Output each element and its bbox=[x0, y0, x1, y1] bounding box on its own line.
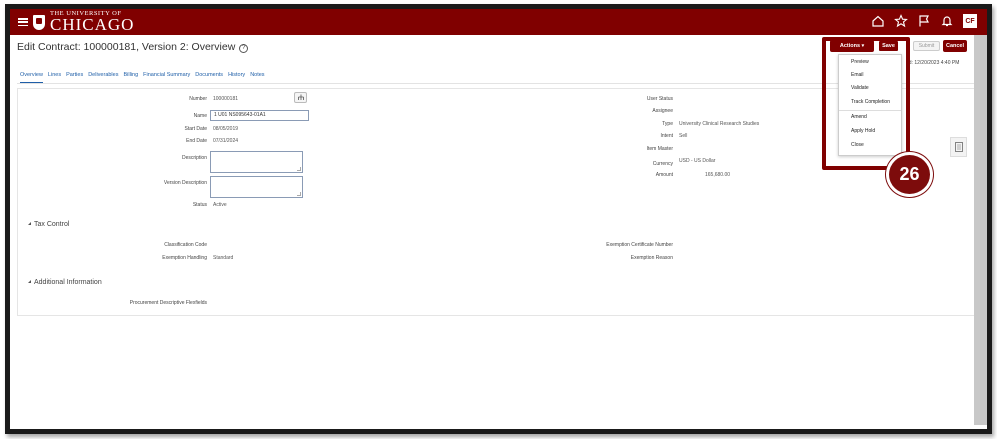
collapse-triangle-icon bbox=[28, 280, 31, 283]
end-date-value: 07/31/2024 bbox=[213, 138, 239, 144]
tab-overview[interactable]: Overview bbox=[20, 72, 43, 83]
collapse-triangle-icon bbox=[28, 222, 31, 225]
user-status-label: User Status bbox=[646, 96, 673, 102]
tab-deliverables[interactable]: Deliverables bbox=[88, 72, 118, 83]
status-value: Active bbox=[213, 202, 227, 208]
item-master-label: Item Master bbox=[646, 146, 673, 152]
tab-documents[interactable]: Documents bbox=[195, 72, 223, 83]
application-window: THE UNIVERSITY OF CHICAGO CF Edit Contra… bbox=[0, 0, 997, 439]
description-textarea[interactable] bbox=[210, 151, 303, 173]
home-icon[interactable] bbox=[871, 14, 885, 28]
description-label: Description bbox=[181, 155, 207, 161]
additional-information-section-header[interactable]: Additional Information bbox=[28, 279, 102, 286]
exemption-handling-value: Standard bbox=[213, 255, 234, 261]
avatar[interactable]: CF bbox=[963, 14, 977, 28]
name-label: Name bbox=[193, 113, 207, 119]
flag-icon[interactable] bbox=[917, 14, 931, 28]
intent-value: Sell bbox=[679, 133, 688, 139]
help-icon[interactable]: ? bbox=[239, 44, 249, 53]
version-description-textarea[interactable] bbox=[210, 176, 303, 198]
cancel-button[interactable]: Cancel bbox=[943, 40, 967, 52]
name-input[interactable]: 1 U01 NS095643-01A1 bbox=[210, 110, 309, 121]
tab-notes[interactable]: Notes bbox=[250, 72, 264, 83]
tab-parties[interactable]: Parties bbox=[66, 72, 83, 83]
page-title: Edit Contract: 100000181, Version 2: Ove… bbox=[17, 41, 249, 53]
currency-value: USD - US Dollar bbox=[679, 158, 716, 164]
notifications-icon[interactable] bbox=[940, 14, 954, 28]
tax-control-section-header[interactable]: Tax Control bbox=[28, 221, 69, 228]
tab-bar: Overview Lines Parties Deliverables Bill… bbox=[20, 72, 270, 83]
tab-billing[interactable]: Billing bbox=[123, 72, 138, 83]
type-value: University Clinical Research Studies bbox=[679, 121, 760, 127]
top-navigation-bar: THE UNIVERSITY OF CHICAGO CF bbox=[10, 9, 987, 35]
favorites-icon[interactable] bbox=[894, 14, 908, 28]
flexfields-label: Procurement Descriptive Flexfields bbox=[129, 300, 207, 306]
hamburger-icon[interactable] bbox=[18, 18, 28, 26]
exemption-certificate-label: Exemption Certificate Number bbox=[606, 242, 673, 248]
last-saved-text: ed: 12/20/2023 4:40 PM bbox=[906, 60, 960, 66]
exemption-reason-label: Exemption Reason bbox=[630, 255, 673, 261]
type-label: Type bbox=[662, 121, 673, 127]
document-icon bbox=[954, 142, 963, 152]
number-value: 100000181 bbox=[213, 96, 239, 102]
version-description-label: Version Description bbox=[163, 180, 207, 186]
tab-lines[interactable]: Lines bbox=[48, 72, 61, 83]
submit-button[interactable]: Submit bbox=[913, 41, 940, 51]
assignee-label: Assignee bbox=[652, 108, 673, 114]
status-label: Status bbox=[192, 202, 207, 208]
tab-history[interactable]: History bbox=[228, 72, 245, 83]
additional-information-title: Additional Information bbox=[34, 279, 102, 286]
contract-hierarchy-button[interactable] bbox=[294, 92, 307, 103]
intent-label: Intent bbox=[660, 133, 673, 139]
currency-label: Currency bbox=[652, 161, 673, 167]
hierarchy-icon bbox=[297, 94, 304, 100]
amount-label: Amount bbox=[655, 172, 673, 178]
exemption-handling-label: Exemption Handling bbox=[162, 255, 207, 261]
highlight-box bbox=[822, 37, 910, 170]
start-date-value: 08/05/2019 bbox=[213, 126, 239, 132]
amount-value: 165,680.00 bbox=[705, 172, 731, 178]
university-logo[interactable]: THE UNIVERSITY OF CHICAGO bbox=[33, 10, 135, 35]
classification-code-label: Classification Code bbox=[164, 242, 207, 248]
shield-icon bbox=[33, 14, 45, 30]
scrollbar[interactable] bbox=[974, 35, 987, 425]
end-date-label: End Date bbox=[186, 138, 207, 144]
tax-control-title: Tax Control bbox=[34, 221, 70, 228]
page-title-text: Edit Contract: 100000181, Version 2: Ove… bbox=[17, 41, 236, 53]
side-panel-document-button[interactable] bbox=[950, 137, 967, 157]
logo-big-text: CHICAGO bbox=[50, 15, 135, 35]
step-number-badge: 26 bbox=[886, 152, 933, 197]
header-icons: CF bbox=[862, 14, 977, 28]
start-date-label: Start Date bbox=[184, 126, 207, 132]
number-label: Number bbox=[189, 96, 207, 102]
tab-financial-summary[interactable]: Financial Summary bbox=[143, 72, 190, 83]
